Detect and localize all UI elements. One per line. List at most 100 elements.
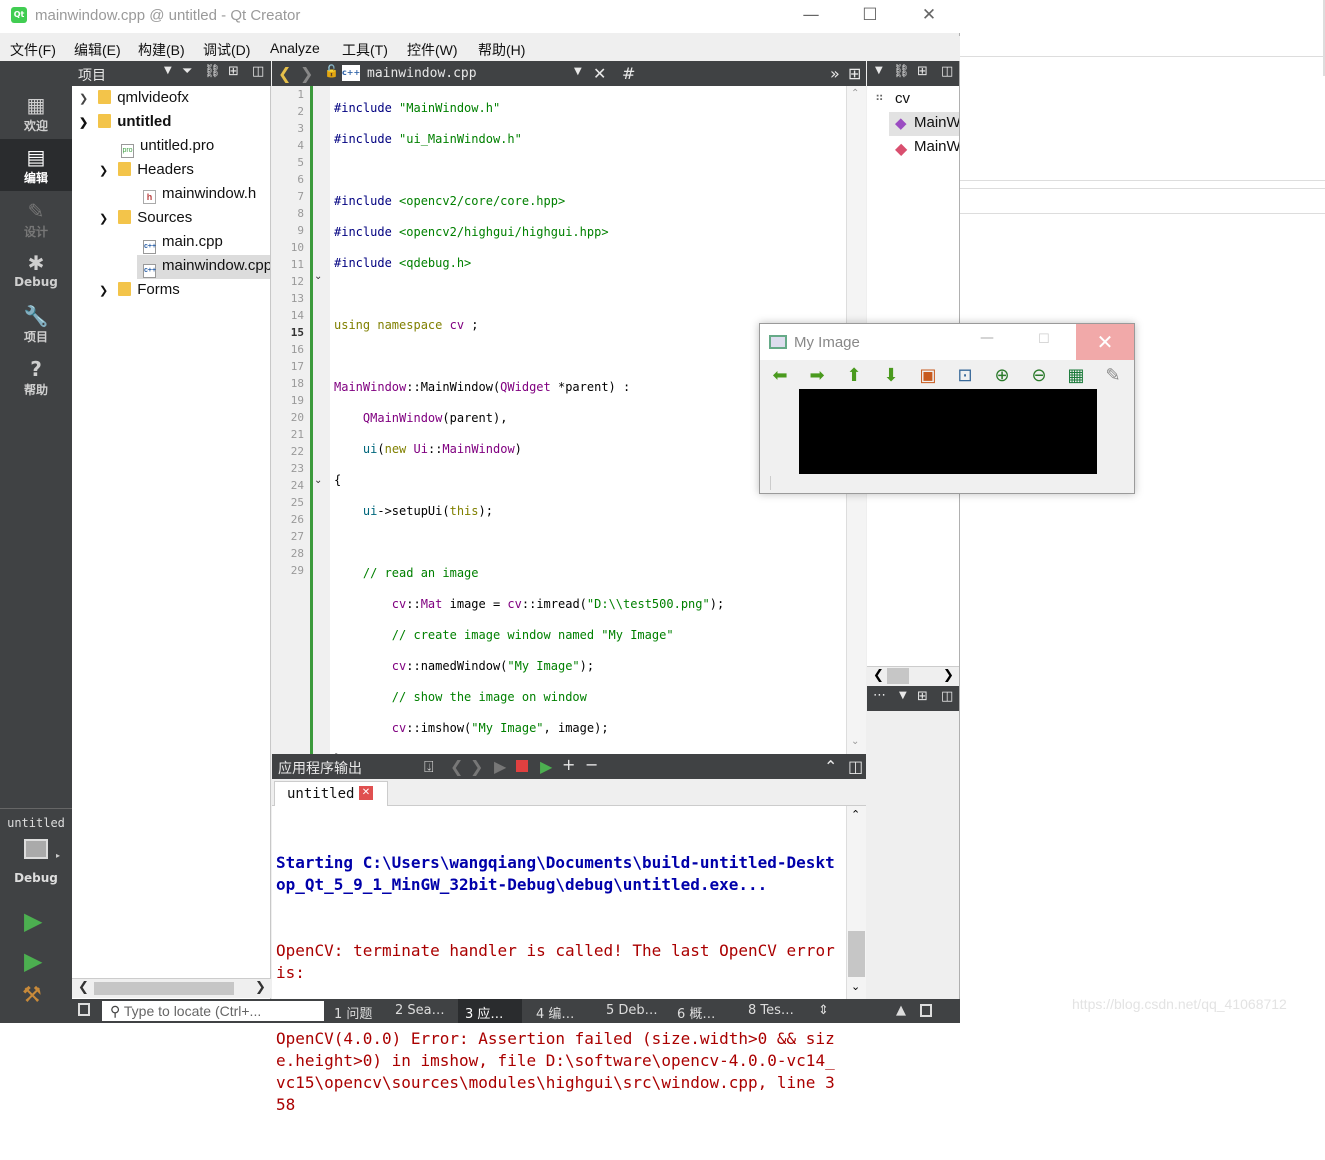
tab-search-results[interactable]: 2 Sea… — [395, 1003, 445, 1018]
menu-edit[interactable]: 编辑(E) — [74, 40, 121, 60]
run-icon[interactable]: ▶ — [24, 907, 42, 935]
link-icon[interactable]: ⛓ — [893, 64, 910, 79]
fold-icon[interactable]: ⌄ — [314, 475, 322, 486]
expand-arrows-icon[interactable]: ⇕ — [818, 1003, 829, 1018]
output-text[interactable]: Starting C:\Users\wangqiang\Documents\bu… — [276, 808, 842, 1160]
fold-icon[interactable]: ⌄ — [314, 271, 322, 282]
menu-widgets[interactable]: 控件(W) — [407, 40, 458, 60]
more-icon[interactable]: » — [830, 64, 840, 83]
menu-build[interactable]: 构建(B) — [138, 40, 185, 60]
tree-item-untitled-pro[interactable]: pro untitled.pro — [121, 137, 214, 158]
tab-app-output[interactable]: 3 应… — [465, 1003, 503, 1022]
tree-item-main-cpp[interactable]: c++ main.cpp — [143, 233, 223, 254]
prev-icon[interactable]: ❮ — [450, 757, 463, 776]
scroll-down-icon[interactable]: ⌄ — [851, 980, 860, 993]
build-hammer-icon[interactable]: ⚒ — [22, 983, 42, 1008]
save-icon[interactable]: ▦ — [1065, 365, 1087, 387]
horizontal-scrollbar[interactable]: ❮ ❯ — [867, 666, 959, 686]
scroll-left-icon[interactable]: ❮ — [78, 980, 89, 995]
mode-welcome[interactable]: ▦ 欢迎 — [0, 87, 72, 139]
up-arrow-icon[interactable]: ▲ — [896, 1003, 906, 1018]
dropdown-arrow-icon[interactable]: ▼ — [164, 65, 172, 76]
outline-item-constructor[interactable]: ◆MainWindow — [889, 112, 959, 136]
menu-debug[interactable]: 调试(D) — [203, 40, 250, 60]
close-button[interactable]: ✕ — [900, 0, 958, 33]
open-file-name[interactable]: mainwindow.cpp — [367, 66, 477, 81]
debug-run-icon[interactable]: ▶ — [540, 757, 552, 776]
monitor-icon[interactable] — [24, 839, 48, 859]
tree-item-mainwindow-h[interactable]: h mainwindow.h — [143, 185, 256, 204]
stop-icon[interactable] — [516, 760, 528, 772]
filter-icon[interactable]: ⏷ — [182, 64, 192, 79]
expand-arrow-icon[interactable]: ▸ — [56, 851, 60, 860]
image-canvas[interactable] — [799, 389, 1097, 474]
tab-general-messages[interactable]: 6 概… — [677, 1003, 715, 1022]
tab-compile-output[interactable]: 4 编… — [536, 1003, 574, 1022]
tree-item-mainwindow-cpp[interactable]: c++ mainwindow.cpp — [137, 255, 270, 279]
forward-icon[interactable]: ❯ — [300, 64, 313, 83]
scroll-left-icon[interactable]: ❮ — [873, 668, 884, 683]
back-icon[interactable]: ❮ — [278, 64, 291, 83]
pan-right-icon[interactable]: ➡ — [806, 365, 828, 387]
dropdown-arrow-icon[interactable]: ▼ — [899, 690, 907, 701]
scroll-right-icon[interactable]: ❯ — [943, 668, 954, 683]
tree-item-sources[interactable]: ❯ Sources — [99, 209, 192, 226]
pan-down-icon[interactable]: ⬇ — [880, 365, 902, 387]
debug-run-icon[interactable]: ▶ — [24, 947, 42, 975]
mode-debug[interactable]: ✱ Debug — [0, 245, 72, 297]
mode-design[interactable]: ✎ 设计 — [0, 193, 72, 245]
split-icon[interactable]: ⊞ — [917, 64, 928, 79]
link-icon[interactable]: ⛓ — [204, 64, 221, 79]
tree-item-headers[interactable]: ❯ Headers — [99, 161, 194, 178]
scroll-down-icon[interactable]: ⌄ — [851, 736, 859, 747]
scroll-thumb[interactable] — [887, 668, 909, 684]
tree-item-qmlvideofx[interactable]: ❯ qmlvideofx — [79, 89, 189, 106]
vertical-scrollbar[interactable]: ⌃ ⌄ — [846, 806, 866, 999]
close-tab-icon[interactable]: ✕ — [359, 786, 373, 800]
close-button[interactable]: ✕ — [1076, 324, 1134, 360]
maximize-pane-icon[interactable]: ⌃ — [824, 757, 837, 776]
tab-debugger-console[interactable]: 5 Deb… — [606, 1003, 658, 1018]
close-document-icon[interactable]: ✕ — [593, 64, 606, 83]
more-icon[interactable]: ⋯ — [873, 688, 886, 703]
attach-icon[interactable]: ⍗ — [424, 757, 434, 777]
tree-item-forms[interactable]: ❯ Forms — [99, 281, 180, 298]
tree-item-untitled[interactable]: ❯ untitled — [79, 113, 171, 130]
outline-item-destructor[interactable]: MainWindow — [914, 138, 959, 155]
menu-analyze[interactable]: Analyze — [270, 40, 320, 56]
zoom-out-icon[interactable]: − — [585, 755, 598, 774]
zoom-in-icon[interactable]: ⊕ — [991, 365, 1013, 387]
close-pane-icon[interactable]: ◫ — [941, 689, 953, 704]
menu-tools[interactable]: 工具(T) — [342, 40, 388, 60]
outline-item-namespace[interactable]: ⠶ cv — [875, 90, 910, 107]
split-icon[interactable]: ⊞ — [917, 689, 928, 704]
mode-edit[interactable]: ▤ 编辑 — [0, 139, 72, 191]
zoom-fit-icon[interactable]: ⊡ — [954, 365, 976, 387]
minimize-button[interactable]: — — [980, 330, 994, 346]
properties-icon[interactable]: ✎ — [1102, 365, 1124, 387]
minimize-button[interactable]: — — [782, 0, 840, 33]
maximize-button[interactable]: ☐ — [1038, 332, 1050, 347]
zoom-in-icon[interactable]: + — [562, 755, 575, 774]
toggle-sidebar-icon[interactable] — [78, 1003, 90, 1016]
maximize-button[interactable]: ☐ — [841, 0, 899, 33]
split-icon[interactable]: ⊞ — [848, 64, 861, 83]
scroll-right-icon[interactable]: ❯ — [255, 980, 266, 995]
mode-projects[interactable]: 🔧 项目 — [0, 298, 72, 350]
menu-file[interactable]: 文件(F) — [10, 40, 56, 60]
horizontal-scrollbar[interactable]: ❮ ❯ — [72, 978, 271, 998]
zoom-original-icon[interactable]: ▣ — [917, 365, 939, 387]
scroll-thumb[interactable] — [848, 931, 865, 977]
locator-input[interactable]: ⚲ Type to locate (Ctrl+... — [102, 1001, 324, 1021]
menu-help[interactable]: 帮助(H) — [478, 40, 525, 60]
close-pane-icon[interactable]: ◫ — [848, 757, 863, 776]
close-pane-icon[interactable]: ◫ — [252, 64, 264, 79]
scroll-up-icon[interactable]: ⌃ — [851, 88, 859, 99]
toggle-right-sidebar-icon[interactable] — [920, 1004, 932, 1017]
pan-left-icon[interactable]: ⬅ — [769, 365, 791, 387]
split-icon[interactable]: ⊞ — [228, 64, 239, 79]
tab-test-results[interactable]: 8 Tes… — [748, 1003, 794, 1018]
zoom-out-icon[interactable]: ⊖ — [1028, 365, 1050, 387]
scroll-thumb[interactable] — [94, 982, 234, 995]
pan-up-icon[interactable]: ⬆ — [843, 365, 865, 387]
